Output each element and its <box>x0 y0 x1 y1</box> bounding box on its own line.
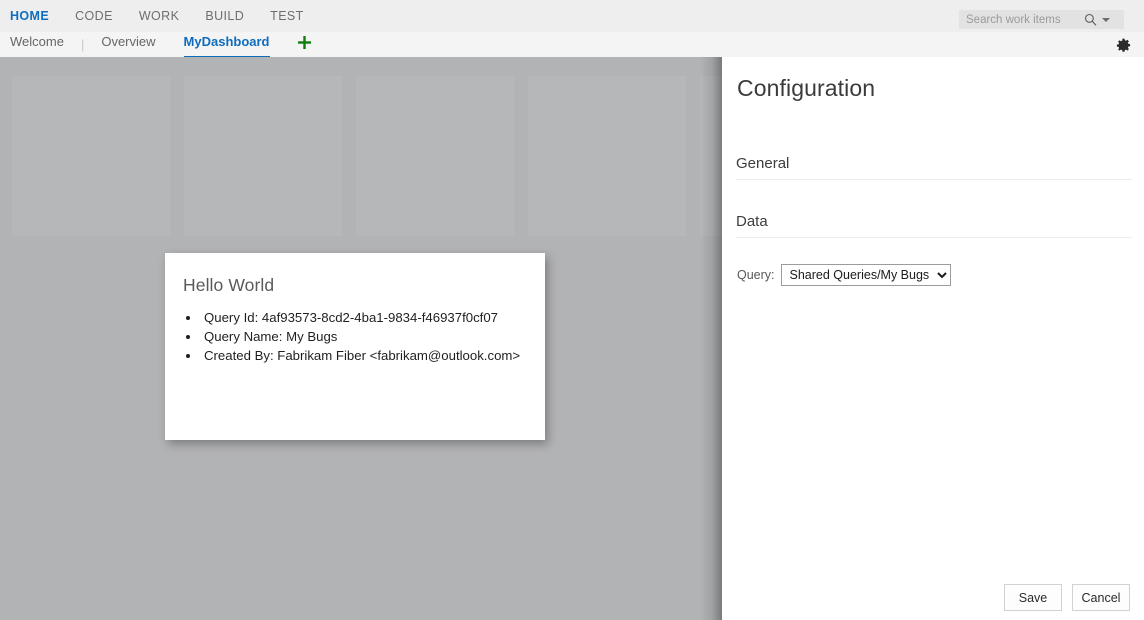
tab-overview[interactable]: Overview <box>101 35 155 55</box>
widget-placeholder[interactable] <box>184 76 342 236</box>
panel-title: Configuration <box>722 57 1144 102</box>
search-icon[interactable] <box>1082 11 1098 28</box>
nav-hub-work[interactable]: WORK <box>139 9 180 23</box>
gear-icon[interactable] <box>1114 36 1132 54</box>
tab-welcome[interactable]: Welcome <box>10 35 64 55</box>
widget-placeholder-row <box>12 76 722 236</box>
app-root: HOME CODE WORK BUILD TEST Welcome | Over… <box>0 0 1144 620</box>
dashboard-tab-bar: Welcome | Overview MyDashboard <box>0 32 1144 58</box>
hello-world-widget[interactable]: Hello World Query Id: 4af93573-8cd2-4ba1… <box>165 253 545 440</box>
section-header-general: General <box>736 155 1132 180</box>
widget-placeholder[interactable] <box>356 76 514 236</box>
chevron-down-icon[interactable] <box>1098 11 1114 28</box>
nav-hub-code[interactable]: CODE <box>75 9 113 23</box>
configuration-panel: Configuration General Data Query: Shared… <box>722 57 1144 620</box>
search-input[interactable] <box>959 11 1082 28</box>
search-box[interactable] <box>959 10 1124 29</box>
plus-icon[interactable] <box>296 34 314 52</box>
nav-hub-home[interactable]: HOME <box>10 9 49 23</box>
widget-placeholder[interactable] <box>700 76 722 236</box>
widget-detail-created-by: Created By: Fabrikam Fiber <fabrikam@out… <box>201 346 545 365</box>
widget-placeholder[interactable] <box>528 76 686 236</box>
widget-detail-query-id: Query Id: 4af93573-8cd2-4ba1-9834-f46937… <box>201 308 545 327</box>
query-label: Query: <box>737 268 775 282</box>
widget-placeholder[interactable] <box>12 76 170 236</box>
nav-hub-build[interactable]: BUILD <box>205 9 244 23</box>
dashboard-surface: Hello World Query Id: 4af93573-8cd2-4ba1… <box>0 57 722 620</box>
nav-hub-test[interactable]: TEST <box>270 9 304 23</box>
widget-title: Hello World <box>165 253 545 296</box>
cancel-button[interactable]: Cancel <box>1072 584 1130 611</box>
top-navigation-bar: HOME CODE WORK BUILD TEST <box>0 0 1144 32</box>
widget-detail-list: Query Id: 4af93573-8cd2-4ba1-9834-f46937… <box>165 308 545 365</box>
query-field-row: Query: Shared Queries/My Bugs <box>737 264 1144 286</box>
tab-mydashboard[interactable]: MyDashboard <box>184 35 270 55</box>
save-button[interactable]: Save <box>1004 584 1062 611</box>
widget-detail-query-name: Query Name: My Bugs <box>201 327 545 346</box>
dashboard-tabs: Welcome | Overview MyDashboard <box>10 32 314 57</box>
query-select[interactable]: Shared Queries/My Bugs <box>781 264 951 286</box>
tab-separator: | <box>81 37 84 52</box>
primary-hub-nav: HOME CODE WORK BUILD TEST <box>10 0 304 32</box>
section-header-data: Data <box>736 213 1132 238</box>
panel-action-buttons: Save Cancel <box>1004 584 1130 611</box>
